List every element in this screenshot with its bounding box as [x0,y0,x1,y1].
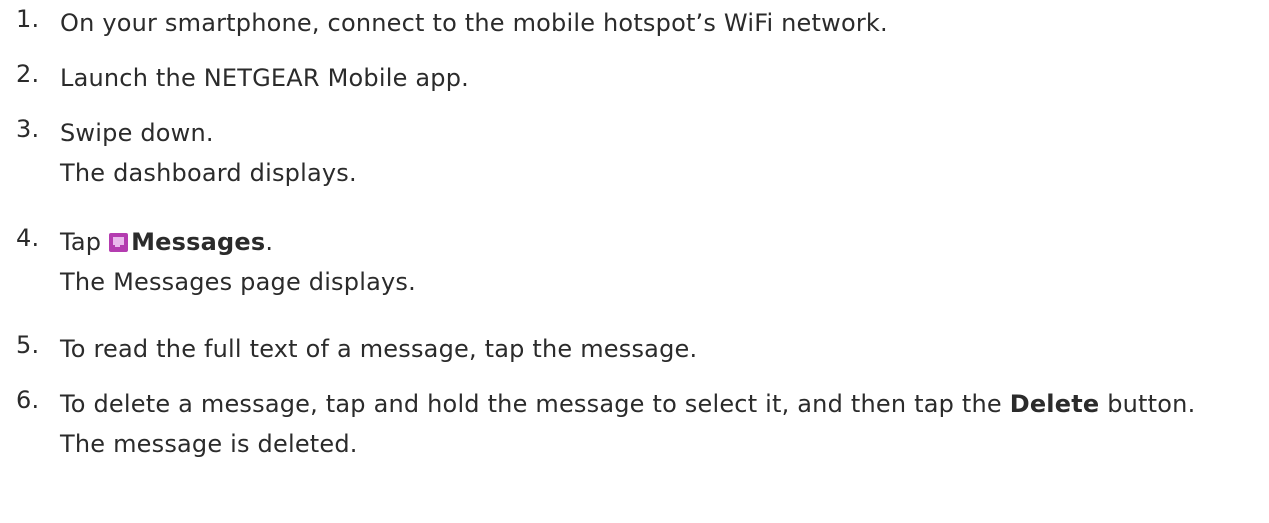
step-text: To delete a message, tap and hold the me… [60,390,1002,418]
step-number: 4. [16,224,40,252]
step-text-continued: button. [1107,390,1196,418]
step-number: 6. [16,386,40,414]
delete-label: Delete [1009,390,1100,418]
step-result: The Messages page displays. [60,268,416,296]
messages-label: Messages [131,228,266,256]
punctuation: . [265,228,274,256]
step-text: Tap [60,228,102,256]
step-number: 1. [16,5,40,33]
step-number: 5. [16,331,40,359]
messages-icon [109,233,129,252]
step-text: To read the full text of a message, tap … [60,335,698,363]
step-text: Swipe down. [60,119,214,147]
step-number: 3. [16,115,40,143]
step-result: The message is deleted. [60,430,358,458]
step-text: Launch the NETGEAR Mobile app. [60,64,469,92]
step-result: The dashboard displays. [60,159,357,187]
step-text: On your smartphone, connect to the mobil… [60,9,888,37]
step-number: 2. [16,60,40,88]
